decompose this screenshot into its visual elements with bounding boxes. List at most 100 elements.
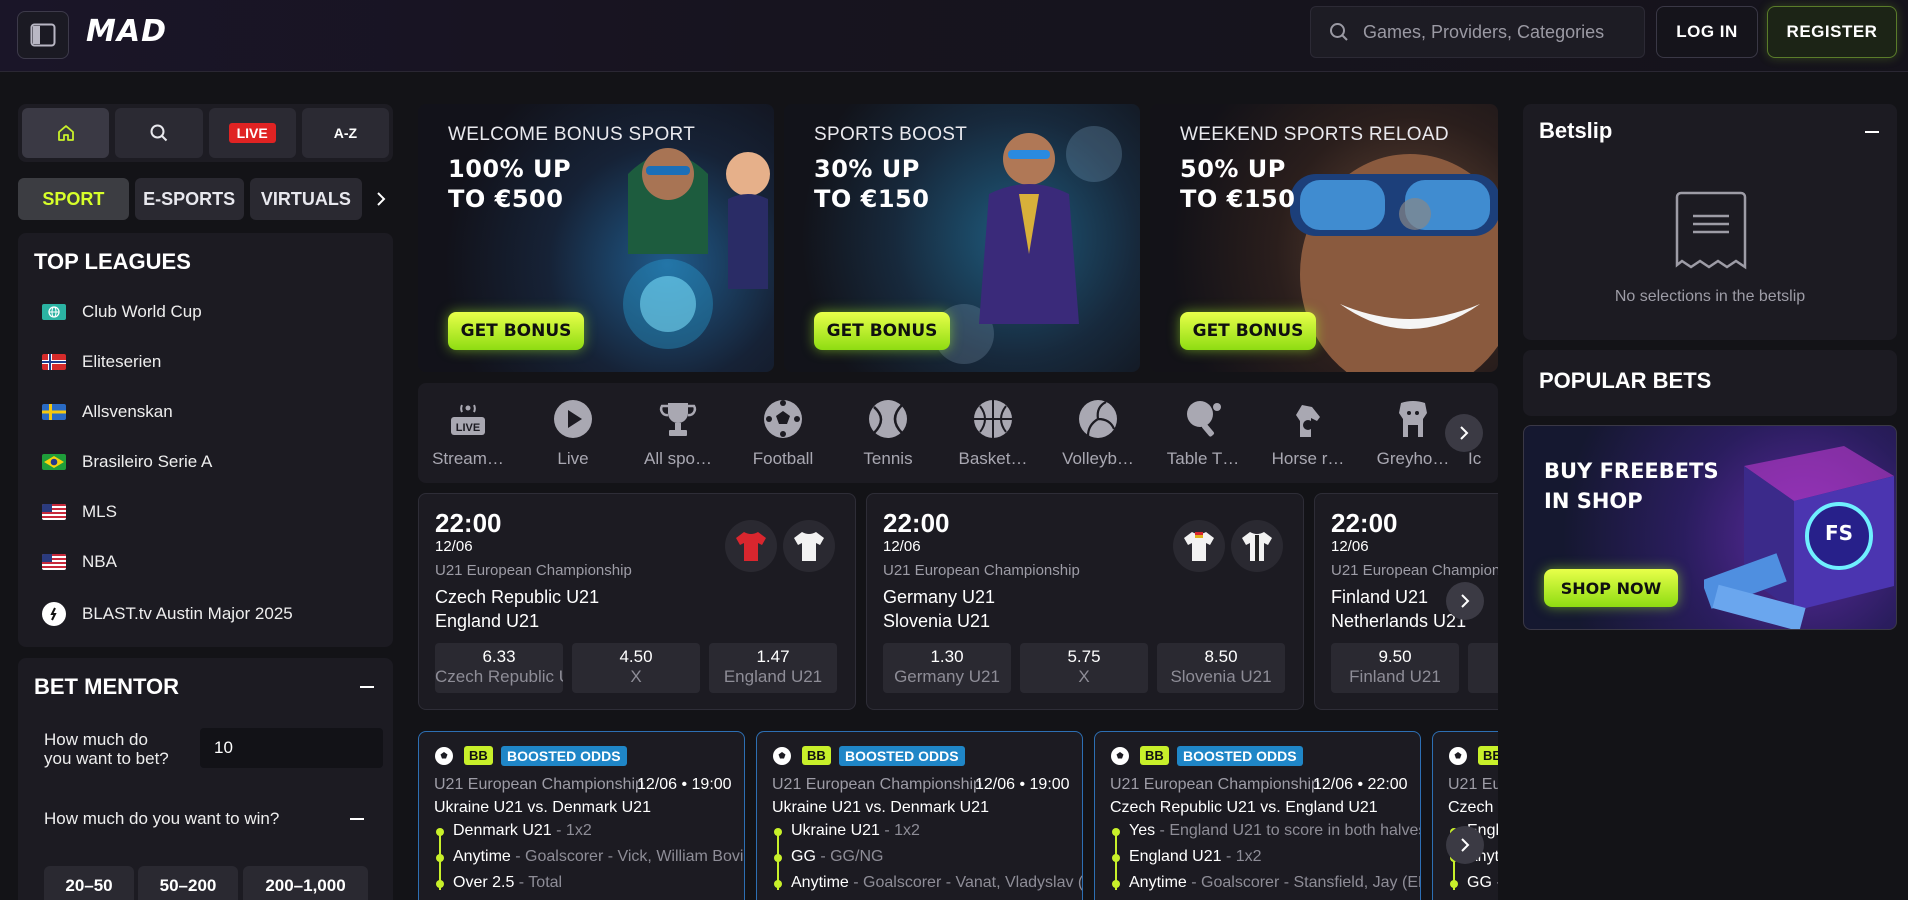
get-bonus-button[interactable]: GET BONUS (814, 312, 950, 350)
bet-amount-input[interactable] (200, 728, 383, 768)
search-icon (150, 124, 168, 142)
odds-button-draw[interactable]: 5.75 X (1020, 643, 1148, 693)
chevron-right-icon (376, 192, 386, 206)
away-team: England U21 (435, 611, 540, 631)
range-button-200-1000[interactable]: 200–1,000 (243, 866, 368, 900)
football-icon (773, 747, 791, 765)
match-card[interactable]: 22:00 12/06 U21 European Championship Cz… (418, 493, 856, 710)
get-bonus-button[interactable]: GET BONUS (1180, 312, 1316, 350)
bb-badge: BB (1140, 746, 1169, 765)
login-button[interactable]: LOG IN (1656, 6, 1758, 58)
sport-label: Volleyb… (1062, 449, 1134, 468)
league-club-world-cup[interactable]: Club World Cup (42, 302, 202, 322)
shop-now-button[interactable]: SHOP NOW (1544, 569, 1678, 607)
match-date: 12/06 (435, 538, 473, 555)
sport-basketball[interactable]: Basket… (943, 397, 1043, 469)
usa-flag-icon (42, 554, 66, 570)
tab-sport[interactable]: SPORT (18, 178, 129, 220)
matches-next-button[interactable] (1446, 582, 1484, 620)
sidebar-toggle-button[interactable] (17, 11, 69, 59)
sport-all-sports[interactable]: All spo… (628, 397, 728, 469)
league-eliteserien[interactable]: Eliteserien (42, 352, 161, 372)
home-team: Czech Republic U21 (435, 587, 600, 607)
collapse-icon[interactable] (1865, 131, 1879, 135)
boosted-bet-card[interactable]: BB BOOSTED ODDS U21 European Championshi… (1094, 731, 1421, 900)
chevron-right-icon (1461, 838, 1470, 852)
match-time: 22:00 (883, 508, 950, 538)
sport-streaming[interactable]: LIVE Stream… (418, 397, 518, 469)
league-nba[interactable]: NBA (42, 552, 117, 572)
football-icon (1449, 747, 1467, 765)
banner-subtitle: SPORTS BOOST (814, 124, 968, 145)
mad-logo[interactable]: MAD (86, 14, 167, 49)
odds-button-away[interactable]: 8.50 Slovenia U21 (1157, 643, 1285, 693)
odds-button-away[interactable]: 1.47 England U21 (709, 643, 837, 693)
tab-esports[interactable]: E-SPORTS (134, 178, 244, 220)
collapse-icon[interactable] (350, 818, 364, 822)
bet-mentor-title: BET MENTOR (34, 674, 180, 699)
sidebar-search-button[interactable] (115, 108, 203, 158)
boosted-odds-badge: BOOSTED ODDS (839, 746, 965, 766)
sport-label: Basket… (958, 449, 1028, 468)
banner-title: 30% UP TO €150 (814, 155, 930, 213)
sport-label: All spo… (643, 449, 713, 468)
odds-button-home[interactable]: 6.33Czech Republic U21 (435, 643, 563, 693)
football-icon (435, 747, 453, 765)
sport-label: Ic (1468, 449, 1482, 468)
league-label: Allsvenskan (82, 402, 173, 421)
home-jersey-icon (1173, 520, 1225, 572)
esports-icon (42, 602, 66, 626)
home-button[interactable] (22, 108, 110, 158)
league-allsvenskan[interactable]: Allsvenskan (42, 402, 173, 422)
get-bonus-button[interactable]: GET BONUS (448, 312, 584, 350)
odds-button-home[interactable]: 1.30 Germany U21 (883, 643, 1011, 693)
promo-banner-sports-boost[interactable]: SPORTS BOOST 30% UP TO €150 GET BONUS (784, 104, 1140, 372)
live-button[interactable]: LIVE (208, 108, 296, 158)
sport-volleyball[interactable]: Volleyb… (1048, 397, 1148, 469)
sport-horse-racing[interactable]: Horse r… (1258, 397, 1358, 469)
live-stream-icon: LIVE (446, 397, 490, 441)
betslip-title: Betslip (1539, 118, 1613, 143)
sports-next-button[interactable] (1445, 414, 1483, 452)
boosted-league: U21 European Championship (434, 776, 644, 793)
home-jersey-icon (725, 520, 777, 572)
boosted-datetime: 12/06 • 19:00 (637, 776, 732, 793)
league-mls[interactable]: MLS (42, 502, 117, 522)
sport-label: Table T… (1166, 449, 1240, 468)
register-button[interactable]: REGISTER (1767, 6, 1897, 58)
trophy-icon (656, 397, 700, 441)
az-button[interactable]: A-Z (301, 108, 389, 158)
sport-live[interactable]: Live (523, 397, 623, 469)
match-card[interactable]: 22:00 12/06 U21 European Championship Ge… (866, 493, 1304, 710)
boosted-next-button[interactable] (1446, 826, 1484, 864)
boosted-league: U21 European Championship (772, 776, 982, 793)
boosted-match: Ukraine U21 vs. Denmark U21 (434, 799, 651, 816)
volleyball-icon (1076, 397, 1120, 441)
boosted-selection: Anytime - Goalscorer - Stansfield, Jay (… (1129, 874, 1421, 891)
search-box[interactable]: Games, Providers, Categories (1310, 6, 1645, 58)
range-button-50-200[interactable]: 50–200 (138, 866, 238, 900)
odds-button-draw[interactable]: 4.50 X (572, 643, 700, 693)
boosted-bet-card[interactable]: BB BOOSTED ODDS U21 European Championshi… (418, 731, 745, 900)
sport-tennis[interactable]: Tennis (838, 397, 938, 469)
boosted-selection: Anytime - Goalscorer - Vanat, Vladyslav … (791, 874, 1083, 891)
league-brasileiro-serie-a[interactable]: Brasileiro Serie A (42, 452, 212, 472)
boosted-bet-card[interactable]: BB BOOSTED ODDS U21 European Championshi… (756, 731, 1083, 900)
boosted-selection: Ukraine U21 - 1x2 (791, 822, 920, 839)
boosted-datetime: 12/06 • 22:00 (1313, 776, 1408, 793)
collapse-icon[interactable] (360, 686, 374, 690)
sport-table-tennis[interactable]: Table T… (1153, 397, 1253, 469)
range-button-20-50[interactable]: 20–50 (44, 866, 134, 900)
odds-button-home[interactable]: 9.50 Finland U21 (1331, 643, 1459, 693)
tabs-next-button[interactable] (368, 191, 393, 207)
league-blast-austin-major[interactable]: BLAST.tv Austin Major 2025 (42, 602, 293, 626)
promo-banner-welcome[interactable]: WELCOME BONUS SPORT 100% UP TO €500 GET B… (418, 104, 774, 372)
promo-banner-weekend-reload[interactable]: WEEKEND SPORTS RELOAD 50% UP TO €150 GET … (1150, 104, 1498, 372)
odds-button-draw[interactable] (1468, 643, 1498, 693)
bb-badge: BB (802, 746, 831, 765)
boosted-selection: GG - (1467, 874, 1498, 891)
shop-banner[interactable]: FS BUY FREEBETS IN SHOP SHOP NOW (1523, 425, 1897, 630)
boosted-bet-card[interactable]: BB U21 Eu Czech R Engla Anyti GG - (1432, 731, 1498, 900)
sport-football[interactable]: Football (733, 397, 833, 469)
tab-virtuals[interactable]: VIRTUALS (249, 178, 363, 220)
